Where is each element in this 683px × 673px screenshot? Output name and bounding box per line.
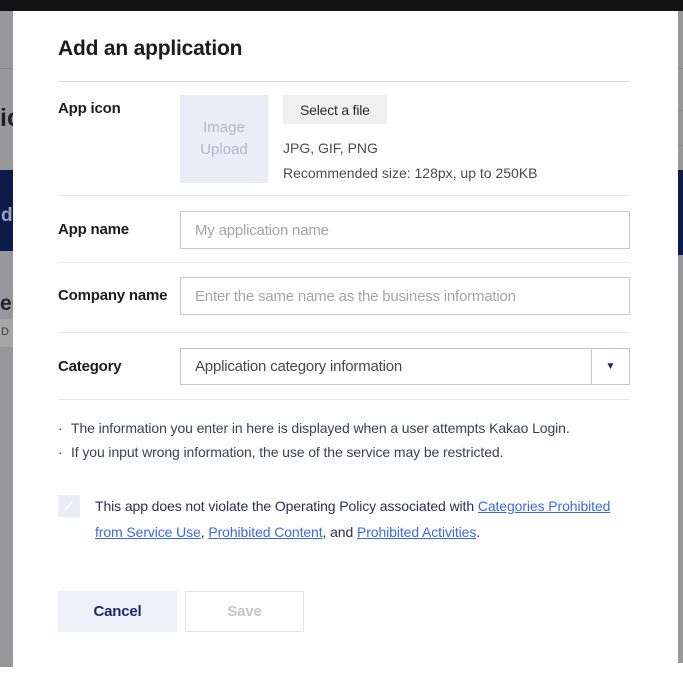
add-application-modal: Add an application App icon Image Upload… bbox=[13, 11, 678, 673]
background-button-fragment: d bbox=[1, 205, 13, 227]
background-small-fragment: D bbox=[1, 326, 9, 338]
note-item: · The information you enter in here is d… bbox=[58, 416, 630, 440]
allowed-formats-text: JPG, GIF, PNG bbox=[283, 140, 538, 156]
company-name-label: Company name bbox=[58, 277, 180, 315]
background-footer bbox=[678, 663, 683, 673]
category-dropdown-button[interactable]: ▼ bbox=[591, 349, 629, 384]
dimmed-page-right-edge bbox=[678, 11, 683, 673]
agreement-text-after: . bbox=[476, 524, 480, 540]
background-accent-button bbox=[678, 170, 683, 255]
save-button[interactable]: Save bbox=[185, 591, 304, 632]
checkmark-icon: ✓ bbox=[63, 499, 75, 513]
app-icon-row: App icon Image Upload Select a file JPG,… bbox=[58, 82, 630, 196]
chevron-down-icon: ▼ bbox=[606, 362, 616, 372]
divider bbox=[0, 68, 13, 69]
category-select-value: Application category information bbox=[181, 349, 591, 384]
policy-agreement-checkbox[interactable]: ✓ bbox=[58, 495, 80, 517]
background-footer bbox=[0, 667, 13, 673]
category-row: Category Application category informatio… bbox=[58, 333, 630, 400]
site-header-bar bbox=[0, 0, 683, 11]
app-icon-label: App icon bbox=[58, 95, 180, 183]
category-select[interactable]: Application category information ▼ bbox=[180, 348, 630, 385]
bullet-icon: · bbox=[58, 440, 71, 464]
note-text: If you input wrong information, the use … bbox=[71, 440, 503, 464]
note-text: The information you enter in here is dis… bbox=[71, 416, 570, 440]
image-upload-placeholder: Image Upload bbox=[193, 117, 255, 161]
agreement-separator: , and bbox=[323, 524, 357, 540]
image-upload-dropzone[interactable]: Image Upload bbox=[180, 95, 268, 183]
app-name-row: App name bbox=[58, 196, 630, 263]
divider bbox=[678, 110, 683, 111]
note-item: · If you input wrong information, the us… bbox=[58, 440, 630, 464]
select-file-button[interactable]: Select a file bbox=[283, 95, 387, 124]
link-prohibited-activities[interactable]: Prohibited Activities bbox=[357, 524, 476, 540]
recommended-size-text: Recommended size: 128px, up to 250KB bbox=[283, 165, 538, 181]
divider bbox=[678, 68, 683, 69]
background-list-fragment: es bbox=[0, 292, 13, 316]
cancel-button[interactable]: Cancel bbox=[58, 591, 177, 632]
divider bbox=[678, 145, 683, 146]
policy-agreement-row: ✓ This app does not violate the Operatin… bbox=[58, 493, 630, 545]
background-heading-fragment: ic bbox=[0, 104, 13, 133]
background-accent-button: d bbox=[0, 170, 13, 251]
dimmed-page-left-edge: ic d es D bbox=[0, 11, 13, 673]
policy-agreement-text: This app does not violate the Operating … bbox=[95, 493, 627, 545]
notes-list: · The information you enter in here is d… bbox=[58, 400, 630, 464]
bullet-icon: · bbox=[58, 416, 71, 440]
modal-actions: Cancel Save bbox=[58, 591, 630, 632]
category-label: Category bbox=[58, 348, 180, 385]
company-name-row: Company name bbox=[58, 263, 630, 333]
agreement-text-before: This app does not violate the Operating … bbox=[95, 498, 478, 514]
app-name-input[interactable] bbox=[180, 211, 630, 249]
link-prohibited-content[interactable]: Prohibited Content bbox=[208, 524, 322, 540]
company-name-input[interactable] bbox=[180, 277, 630, 315]
app-name-label: App name bbox=[58, 211, 180, 249]
modal-title: Add an application bbox=[58, 11, 630, 82]
